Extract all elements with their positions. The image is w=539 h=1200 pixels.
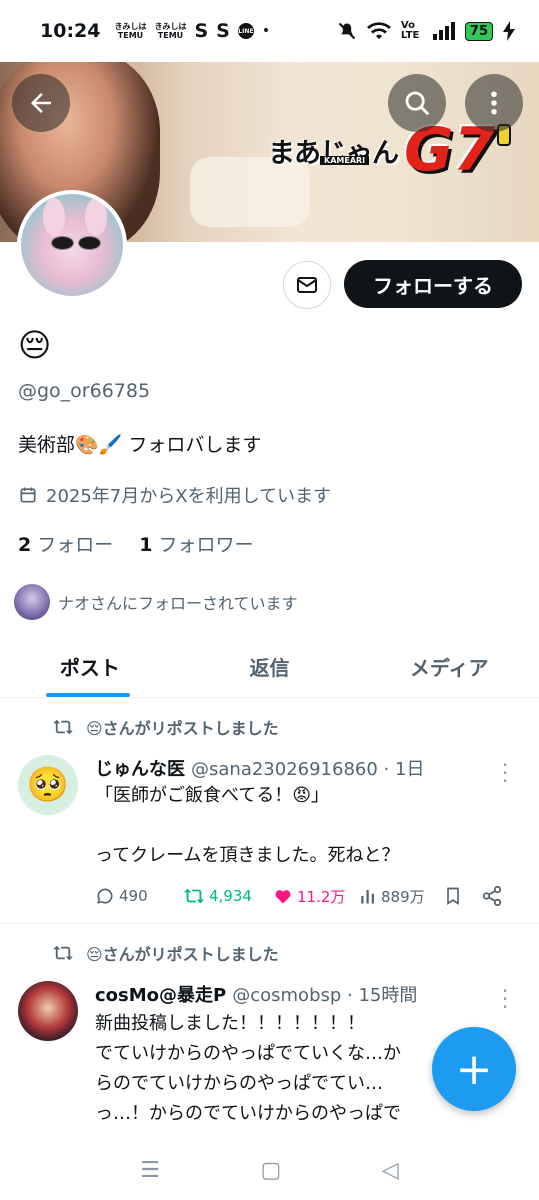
system-icons: Vo LTE 75 <box>337 21 515 41</box>
banner-logo: まあじゃん KAMEARI G7 <box>268 120 511 180</box>
message-button[interactable] <box>283 261 331 309</box>
wifi-icon <box>366 22 391 39</box>
post-meta: @cosmobsp · 15時間 <box>232 985 418 1006</box>
tab-media[interactable]: メディア <box>359 636 539 697</box>
followers-link[interactable]: 1 フォロワー <box>139 530 253 557</box>
repost-indicator-text: 😔さんがリポストしました <box>86 945 279 964</box>
volte-icon: Vo LTE <box>400 20 420 41</box>
followed-by[interactable]: ナオさんにフォローされています <box>14 584 298 620</box>
line-icon: LINE <box>237 23 254 39</box>
profile-bio: 美術部🎨🖌️ フォロバします <box>18 434 262 456</box>
avatar-ear-left <box>43 198 65 236</box>
post-item[interactable]: 😔さんがリポストしました 🥺 じゅんな医 @sana23026916860 · … <box>0 699 539 924</box>
post-header: じゅんな医 @sana23026916860 · 1日 <box>95 755 424 781</box>
temu-icon: きみしは TEMU <box>154 22 187 40</box>
post-actions: 490 4,934 11.2万 889万 <box>95 885 503 907</box>
system-nav-bar: ☰ ▢ ◁ <box>0 1140 539 1200</box>
post-author-avatar[interactable] <box>18 981 78 1041</box>
share-action[interactable] <box>481 885 503 907</box>
like-action[interactable]: 11.2万 <box>273 886 359 907</box>
heart-icon <box>275 890 291 904</box>
temu-icon: きみしは TEMU <box>114 22 147 40</box>
status-bar: 10:24 きみしは TEMU きみしは TEMU S S LINE • Vo LT… <box>0 0 539 62</box>
user-handle: @go_or66785 <box>18 380 151 402</box>
recents-button[interactable]: ☰ <box>140 1158 160 1183</box>
post-author-name[interactable]: じゅんな医 <box>95 755 185 781</box>
home-button[interactable]: ▢ <box>261 1158 282 1183</box>
arrow-left-icon <box>31 93 51 113</box>
avatar-sunglasses <box>51 236 101 250</box>
post-meta: @sana23026916860 · 1日 <box>191 759 425 780</box>
bookmark-icon <box>447 887 459 906</box>
join-date-text: 2025年7月からXを利用しています <box>46 486 332 507</box>
more-notifications-dot: • <box>261 23 271 39</box>
repost-icon <box>53 945 73 961</box>
battery-icon: 75 <box>464 21 493 41</box>
signal-icon <box>432 22 455 40</box>
mail-icon <box>297 277 317 293</box>
follow-stats: 2 フォロー 1 フォロワー <box>18 530 254 557</box>
compose-fab[interactable]: + <box>432 1027 516 1111</box>
post-more-icon[interactable]: · · · <box>502 981 508 1017</box>
bar-chart-icon <box>361 890 374 904</box>
search-button[interactable] <box>388 74 446 132</box>
views-action[interactable]: 889万 <box>359 886 443 907</box>
s-app-icon: S <box>216 20 230 42</box>
charging-icon <box>503 21 515 41</box>
share-icon <box>482 885 502 907</box>
repost-icon <box>183 888 205 904</box>
profile-tabs: ポスト 返信 メディア <box>0 636 539 698</box>
notification-icons: きみしは TEMU きみしは TEMU S S LINE • <box>114 20 270 42</box>
bookmark-action[interactable] <box>443 885 481 907</box>
s-app-icon: S <box>194 20 209 42</box>
clock: 10:24 <box>40 20 101 42</box>
repost-indicator-text: 😔さんがリポストしました <box>86 719 279 738</box>
calendar-icon <box>20 487 36 503</box>
repost-icon <box>53 719 73 735</box>
repost-indicator: 😔さんがリポストしました <box>52 941 279 965</box>
followed-by-text: ナオさんにフォローされています <box>58 594 298 613</box>
logo-subtext: KAMEARI <box>320 156 370 165</box>
reply-action[interactable]: 490 <box>95 886 183 906</box>
more-options-button[interactable] <box>465 74 523 132</box>
repost-action[interactable]: 4,934 <box>183 886 273 906</box>
search-icon <box>405 91 430 116</box>
back-button[interactable] <box>12 74 70 132</box>
join-date: 2025年7月からXを利用しています <box>18 482 331 508</box>
follower-avatar <box>14 584 50 620</box>
post-author-name[interactable]: cosMo@暴走P <box>95 981 226 1007</box>
profile-avatar[interactable] <box>17 190 127 300</box>
reply-icon <box>97 888 113 904</box>
post-text: 「医師がご飯食べてる！😡」 ってクレームを頂きました。死ねと？ <box>95 785 400 866</box>
plus-icon: + <box>455 1043 493 1095</box>
avatar-ear-right <box>85 198 107 236</box>
repost-indicator: 😔さんがリポストしました <box>52 715 279 739</box>
mute-icon <box>338 22 356 40</box>
tab-replies[interactable]: 返信 <box>180 636 360 697</box>
back-nav-button[interactable]: ◁ <box>382 1158 399 1183</box>
display-name: 😔 <box>18 326 52 364</box>
post-header: cosMo@暴走P @cosmobsp · 15時間 <box>95 981 417 1007</box>
more-vertical-icon <box>491 91 497 115</box>
follow-button[interactable]: フォローする <box>344 260 522 308</box>
following-link[interactable]: 2 フォロー <box>18 530 113 557</box>
tab-posts[interactable]: ポスト <box>0 636 180 697</box>
post-author-avatar[interactable]: 🥺 <box>18 755 78 815</box>
